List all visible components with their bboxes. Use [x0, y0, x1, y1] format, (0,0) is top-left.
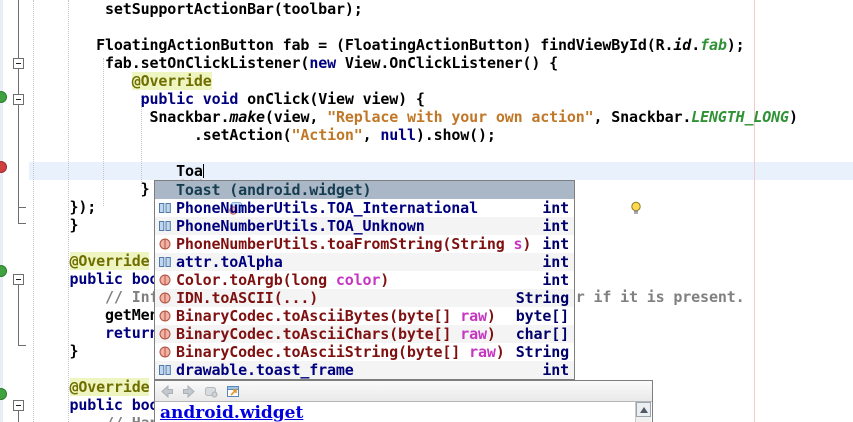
- completion-item[interactable]: attr.toAlpha int: [155, 253, 574, 271]
- code-line[interactable]: fab.setOnClickListener(new View.OnClickL…: [34, 54, 558, 72]
- lightbulb-icon[interactable]: [559, 183, 641, 214]
- completion-item-type: byte[]: [515, 307, 569, 325]
- completion-item-selected[interactable]: Toast (android.widget): [155, 181, 641, 215]
- completion-item[interactable]: PhoneNumberUtils.TOA_International int: [155, 199, 574, 217]
- completion-item-type: int: [542, 199, 569, 217]
- back-icon[interactable]: [159, 384, 175, 399]
- code-line[interactable]: Snackbar.make(view, "Replace with your o…: [34, 108, 798, 126]
- code-line[interactable]: @Override: [34, 252, 150, 270]
- completion-item[interactable]: Color.toArgb(long color) int: [155, 271, 574, 289]
- completion-item-type: char[]: [515, 325, 569, 343]
- method-icon: [158, 273, 172, 287]
- completion-item[interactable]: BinaryCodec.toAsciiChars(byte[] raw) char…: [155, 325, 574, 343]
- completion-item-label: PhoneNumberUtils.TOA_Unknown: [176, 217, 425, 235]
- code-line[interactable]: }: [34, 342, 79, 360]
- class-icon: [158, 183, 243, 215]
- field-icon: [158, 255, 172, 269]
- completion-item-label: PhoneNumberUtils.TOA_International: [176, 199, 478, 217]
- completion-item[interactable]: IDN.toASCII(...) String: [155, 289, 574, 307]
- completion-item-type: int: [542, 235, 569, 253]
- doc-package-link[interactable]: android.widget: [160, 403, 303, 422]
- completion-item-label: BinaryCodec.toAsciiBytes(byte[] raw): [176, 307, 496, 325]
- code-line[interactable]: FloatingActionButton fab = (FloatingActi…: [34, 36, 744, 54]
- completion-item-label: BinaryCodec.toAsciiString(byte[] raw): [176, 343, 505, 361]
- field-icon: [158, 219, 172, 233]
- field-icon: [158, 363, 172, 377]
- code-line[interactable]: }: [34, 180, 150, 198]
- code-line[interactable]: .setAction("Action", null).show();: [34, 126, 496, 144]
- method-icon: [158, 309, 172, 323]
- code-line[interactable]: @Override: [34, 72, 212, 90]
- completion-item-type: int: [542, 253, 569, 271]
- completion-item-label: IDN.toASCII(...): [176, 289, 319, 307]
- completion-item-label: drawable.toast_frame: [176, 361, 354, 379]
- completion-item-type: int: [542, 361, 569, 379]
- completion-item[interactable]: drawable.toast_frame int: [155, 361, 574, 379]
- completion-list: PhoneNumberUtils.TOA_International int Pho…: [155, 199, 574, 379]
- completion-item[interactable]: BinaryCodec.toAsciiBytes(byte[] raw) byte…: [155, 307, 574, 325]
- method-icon: [158, 237, 172, 251]
- method-icon: [158, 327, 172, 341]
- completion-item-type: int: [542, 271, 569, 289]
- quick-doc-panel: android.widget: [154, 380, 653, 422]
- doc-toolbar: [155, 381, 652, 402]
- popup-window-icon[interactable]: [225, 384, 241, 399]
- field-icon: [158, 201, 172, 215]
- method-icon: [158, 345, 172, 359]
- doc-content: android.widget: [155, 402, 652, 422]
- method-icon: [158, 291, 172, 305]
- completion-item-label: BinaryCodec.toAsciiChars(byte[] raw): [176, 325, 496, 343]
- completion-item-type: int: [542, 217, 569, 235]
- completion-item-type: String: [515, 289, 569, 307]
- forward-icon[interactable]: [181, 384, 197, 399]
- code-line[interactable]: public void onClick(View view) {: [34, 90, 425, 108]
- completion-item-label: Color.toArgb(long color): [176, 271, 390, 289]
- completion-item-label: Toast (android.widget): [176, 181, 372, 199]
- text-caret: [202, 164, 204, 178]
- completion-item-label: attr.toAlpha: [176, 253, 283, 271]
- completion-popup: Toast (android.widget) PhoneNumberUtils.…: [154, 180, 641, 380]
- doc-scrollbar[interactable]: [635, 402, 651, 422]
- completion-item-type: String: [515, 343, 569, 361]
- code-line[interactable]: @Override: [34, 378, 150, 396]
- ide-editor: setSupportActionBar(toolbar); FloatingAc…: [0, 0, 853, 422]
- code-line[interactable]: }: [34, 216, 79, 234]
- source-icon[interactable]: [203, 384, 219, 399]
- code-line[interactable]: setSupportActionBar(toolbar);: [34, 0, 363, 18]
- code-line[interactable]: Toa: [34, 162, 204, 180]
- completion-item-label: PhoneNumberUtils.toaFromString(String s): [176, 235, 532, 253]
- completion-item[interactable]: PhoneNumberUtils.TOA_Unknown int: [155, 217, 574, 235]
- code-line[interactable]: });: [34, 198, 97, 216]
- completion-item[interactable]: PhoneNumberUtils.toaFromString(String s)…: [155, 235, 574, 253]
- completion-item[interactable]: BinaryCodec.toAsciiString(byte[] raw) Str…: [155, 343, 574, 361]
- scroll-up-button[interactable]: [636, 402, 651, 417]
